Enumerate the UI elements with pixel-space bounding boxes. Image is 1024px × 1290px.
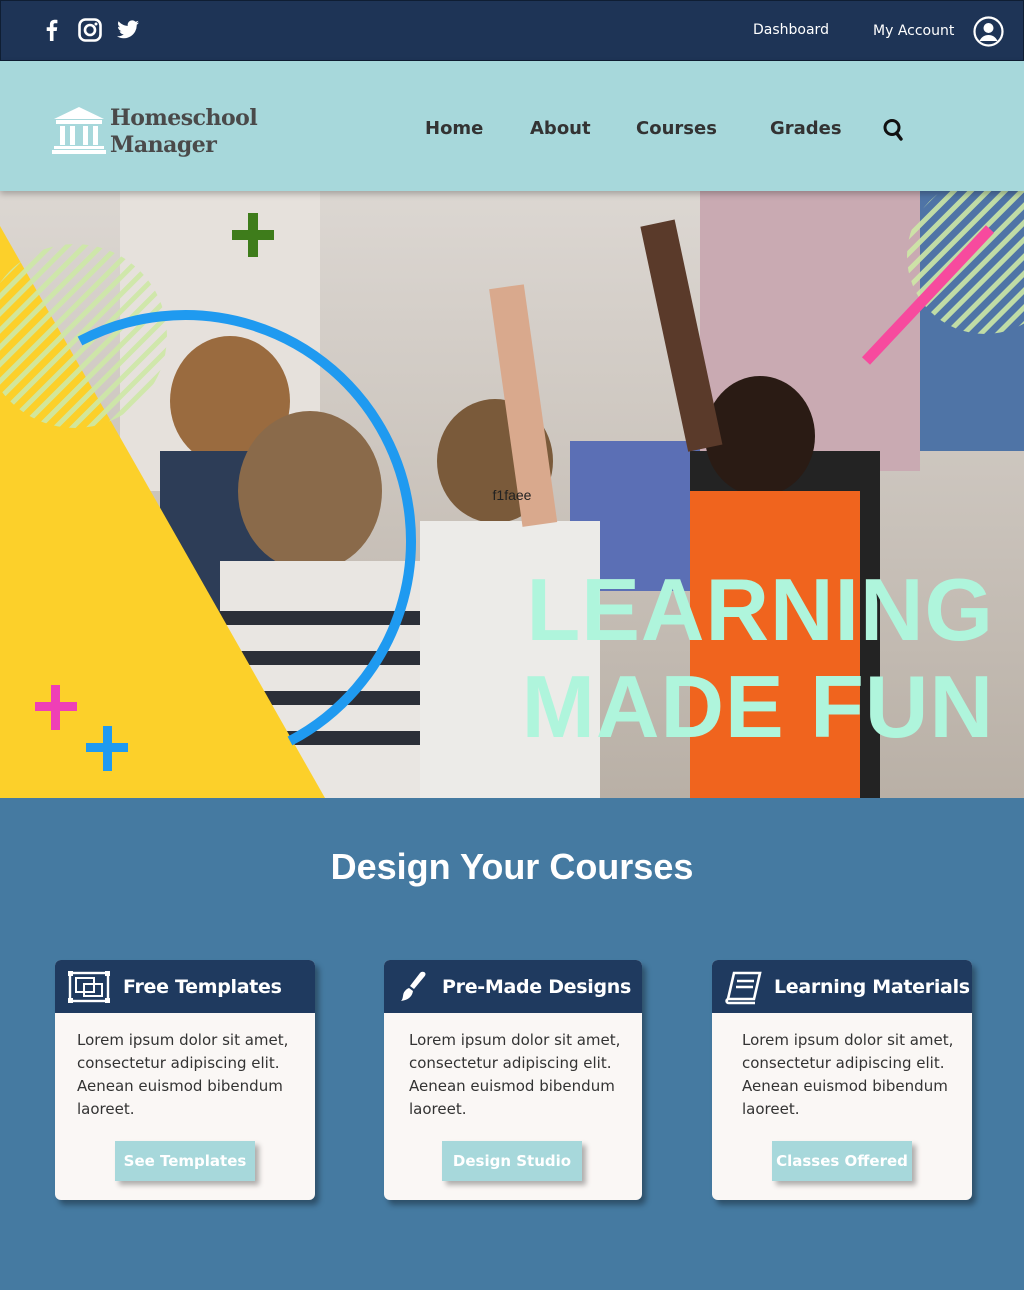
my-account-link[interactable]: My Account [873, 23, 954, 39]
card-header: Pre-Made Designs [384, 960, 642, 1013]
top-bar: Dashboard My Account [0, 0, 1024, 61]
hero-title-line-2: MADE FUN [521, 657, 994, 756]
account-avatar-icon[interactable] [973, 16, 1004, 47]
paintbrush-icon [396, 969, 430, 1005]
card-header: Learning Materials [712, 960, 972, 1013]
search-icon[interactable] [880, 116, 906, 144]
twitter-icon[interactable] [115, 17, 141, 43]
hero-banner: f1faee LEARNING MADE FUN [0, 191, 1024, 798]
template-icon [67, 969, 111, 1005]
see-templates-button[interactable]: See Templates [115, 1141, 255, 1181]
school-building-icon[interactable] [52, 105, 106, 155]
logo-line-1: Homeschool [110, 105, 258, 131]
classes-offered-button[interactable]: Classes Offered [772, 1141, 912, 1181]
card-text: Lorem ipsum dolor sit amet, consectetur … [409, 1031, 621, 1118]
card-title: Pre-Made Designs [442, 975, 632, 998]
design-studio-button[interactable]: Design Studio [442, 1141, 582, 1181]
hero-title: LEARNING MADE FUN [522, 561, 994, 755]
nav-about[interactable]: About [530, 118, 591, 139]
card-title: Learning Materials [774, 975, 970, 998]
social-links [39, 17, 141, 43]
card-pre-made-designs: Pre-Made Designs Lorem ipsum dolor sit a… [384, 960, 642, 1200]
card-text: Lorem ipsum dolor sit amet, consectetur … [742, 1031, 954, 1118]
card-title: Free Templates [123, 975, 282, 998]
section-title: Design Your Courses [330, 846, 694, 887]
card-free-templates: Free Templates Lorem ipsum dolor sit ame… [55, 960, 315, 1200]
site-logo-text[interactable]: Homeschool Manager [110, 105, 258, 159]
hero-title-line-1: LEARNING [526, 560, 994, 659]
nav-grades[interactable]: Grades [770, 118, 842, 139]
card-header: Free Templates [55, 960, 315, 1013]
logo-line-2: Manager [110, 132, 217, 158]
card-text: Lorem ipsum dolor sit amet, consectetur … [77, 1031, 289, 1118]
book-icon [724, 969, 762, 1005]
instagram-icon[interactable] [77, 17, 103, 43]
nav-home[interactable]: Home [425, 118, 483, 139]
site-header: Homeschool Manager Home About Courses Gr… [0, 61, 1024, 191]
nav-courses[interactable]: Courses [636, 118, 717, 139]
card-learning-materials: Learning Materials Lorem ipsum dolor sit… [712, 960, 972, 1200]
facebook-icon[interactable] [39, 17, 65, 43]
dashboard-link[interactable]: Dashboard [753, 22, 829, 38]
hero-caption: f1faee [492, 487, 532, 503]
